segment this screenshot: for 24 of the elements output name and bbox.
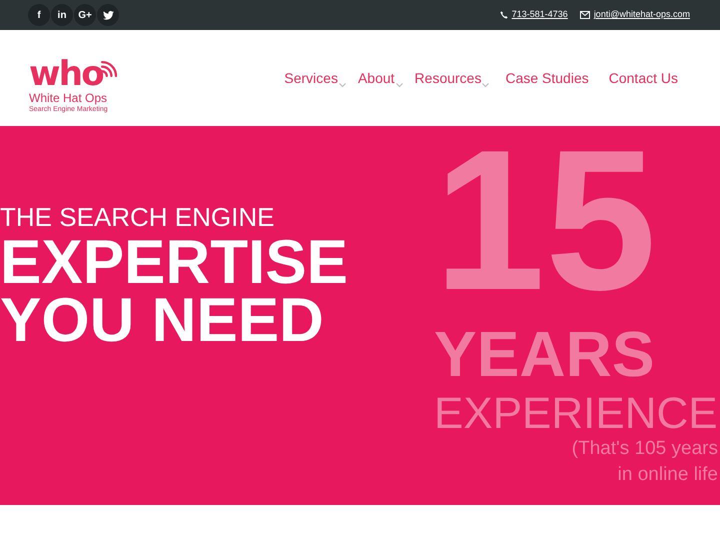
- email-link[interactable]: jonti@whitehat-ops.com: [594, 8, 690, 22]
- twitter-link[interactable]: [97, 4, 119, 26]
- hero-note: in online life: [618, 463, 718, 487]
- envelope-icon: [580, 11, 590, 19]
- nav-link[interactable]: Case Studies: [505, 68, 589, 88]
- hero-headline: YOU NEED: [0, 294, 325, 348]
- nav-link[interactable]: Resources: [414, 68, 482, 88]
- facebook-link[interactable]: f: [28, 4, 50, 26]
- phone-icon: [500, 11, 508, 19]
- years-label: YEARS: [434, 317, 656, 392]
- phone-link[interactable]: 713-581-4736: [512, 8, 568, 22]
- nav-link[interactable]: About: [358, 68, 395, 88]
- years-number: 15: [434, 126, 658, 316]
- nav-link[interactable]: Services: [284, 68, 338, 88]
- hero-kicker: THE SEARCH ENGINE: [0, 202, 276, 232]
- hero-note: (That's 105 years: [572, 437, 718, 461]
- linkedin-link[interactable]: in: [51, 4, 73, 26]
- google-plus-link[interactable]: G+: [74, 4, 96, 26]
- hero-headline: EXPERTISE: [0, 236, 349, 290]
- nav-link[interactable]: Contact Us: [608, 68, 678, 88]
- experience-label: EXPERIENCE: [434, 392, 719, 436]
- logo-mark: who: [29, 57, 103, 91]
- bird-icon: [102, 10, 114, 20]
- logo-name: White Hat Ops: [29, 91, 108, 105]
